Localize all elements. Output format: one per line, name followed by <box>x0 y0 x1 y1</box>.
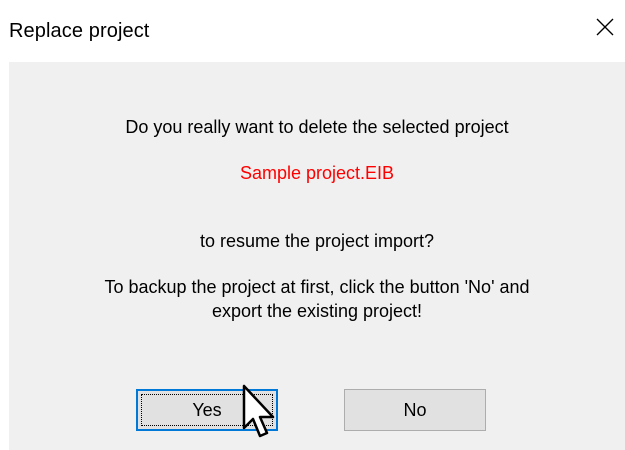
resume-import-text: to resume the project import? <box>199 231 435 251</box>
window-left-border <box>0 62 9 450</box>
backup-instruction-line1: To backup the project at first, click th… <box>104 277 530 297</box>
arrow-pointer-icon <box>242 384 275 438</box>
confirm-question: Do you really want to delete the selecte… <box>125 117 509 137</box>
backup-instruction-line2: export the existing project! <box>211 301 423 321</box>
close-icon <box>596 18 614 36</box>
close-button[interactable] <box>588 10 622 44</box>
title-bar: Replace project <box>0 0 625 62</box>
dialog-title: Replace project <box>9 20 150 42</box>
no-button-label: No <box>403 399 427 420</box>
no-button[interactable]: No <box>344 389 486 431</box>
project-name: Sample project.EIB <box>239 163 395 183</box>
replace-project-dialog: Replace project Do you really want to de… <box>0 0 625 450</box>
dialog-content: Do you really want to delete the selecte… <box>9 62 625 450</box>
